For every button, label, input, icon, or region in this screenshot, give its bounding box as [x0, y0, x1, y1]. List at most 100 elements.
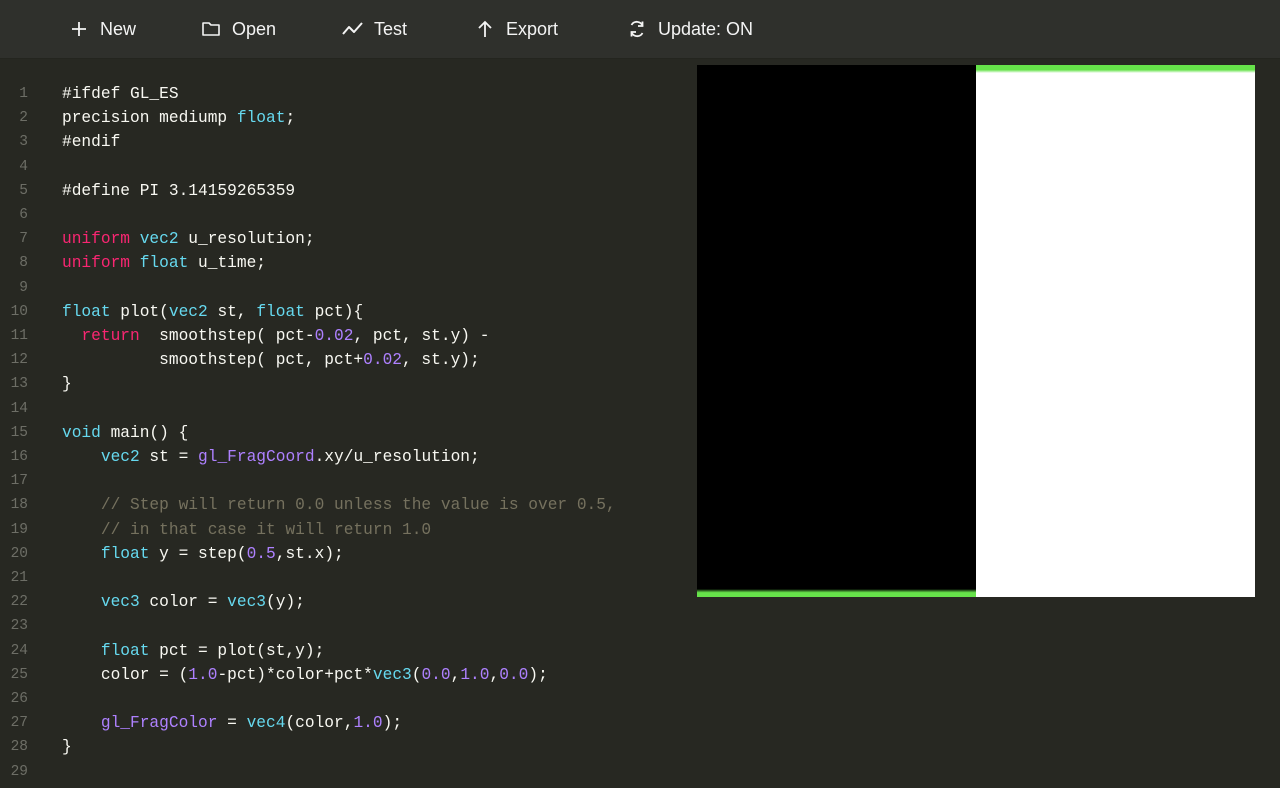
line-number: 6 — [19, 207, 28, 223]
line-number: 27 — [10, 715, 28, 732]
line-number: 7 — [19, 231, 28, 248]
code-token: gl_FragColor — [100, 714, 218, 733]
code-token: 1.0 — [188, 665, 218, 684]
code-token: pct){ — [304, 302, 364, 321]
code-token: vec2 — [139, 230, 179, 249]
code-token: (y); — [266, 593, 305, 612]
line-number: 21 — [10, 570, 28, 586]
code-token: #define PI 3.14159265359 — [62, 181, 296, 200]
code-line[interactable]: 11 return smoothstep( pct-0.02, pct, st.… — [0, 324, 690, 348]
line-number: 13 — [10, 376, 28, 393]
code-token: pct = plot(st,y); — [149, 641, 325, 660]
code-token: vec2 — [168, 302, 208, 321]
code-line[interactable]: 7 uniform vec2 u_resolution; — [0, 227, 690, 251]
code-token: st, — [207, 302, 257, 321]
line-number: 26 — [10, 691, 28, 707]
line-number: 25 — [10, 666, 28, 683]
line-number: 23 — [10, 618, 28, 635]
code-line[interactable]: 2 precision mediump float; — [0, 106, 690, 130]
code-token: // in that case it will return 1.0 — [62, 520, 432, 539]
code-token: color = ( — [62, 665, 189, 684]
line-number: 28 — [10, 739, 28, 756]
code-line[interactable]: 18 // Step will return 0.0 unless the va… — [0, 493, 690, 517]
code-text: uniform float u_time; — [62, 251, 266, 275]
code-token: vec4 — [246, 714, 286, 733]
code-text: gl_FragColor = vec4(color,1.0); — [62, 711, 402, 735]
code-token: } — [62, 738, 72, 757]
code-line[interactable]: 27 gl_FragColor = vec4(color,1.0); — [0, 711, 690, 735]
open-button[interactable]: Open — [200, 0, 276, 58]
line-number: 29 — [10, 763, 28, 780]
code-line[interactable]: 15 void main() { — [0, 421, 690, 445]
code-token: st = — [139, 448, 199, 466]
code-line[interactable]: 25 color = (1.0-pct)*color+pct*vec3(0.0,… — [0, 663, 690, 687]
code-line[interactable]: 3 #endif — [0, 130, 690, 154]
code-editor[interactable]: 1 #ifdef GL_ES 2 precision mediump float; 3 #… — [0, 82, 690, 788]
line-number: 24 — [10, 642, 28, 659]
plot-line-bottom — [697, 589, 976, 597]
code-token: ( — [411, 665, 422, 684]
code-line[interactable]: 9 — [0, 276, 690, 300]
plot-line-top — [976, 65, 1255, 73]
code-token: gl_FragCoord — [198, 448, 315, 466]
code-token: #endif — [62, 133, 121, 152]
code-line[interactable]: 19 // in that case it will return 1.0 — [0, 518, 690, 542]
line-number: 22 — [10, 594, 28, 611]
code-line[interactable]: 13} — [0, 372, 690, 396]
code-line[interactable]: 26 — [0, 687, 690, 711]
code-line[interactable]: 10 float plot(vec2 st, float pct){ — [0, 300, 690, 324]
line-number: 19 — [10, 521, 28, 538]
code-line[interactable]: 1 #ifdef GL_ES — [0, 82, 690, 106]
code-text: #endif — [62, 130, 120, 154]
code-line[interactable]: 17 — [0, 469, 690, 493]
line-number: 2 — [19, 110, 28, 127]
code-line[interactable]: 29 — [0, 760, 690, 784]
code-token: float — [100, 641, 150, 660]
code-token: float — [256, 302, 305, 321]
code-line[interactable]: 23 — [0, 614, 690, 638]
code-line[interactable]: 8 uniform float u_time; — [0, 251, 690, 275]
code-token: } — [62, 375, 72, 394]
code-token: 0.02 — [363, 351, 402, 370]
code-token: 0.5 — [246, 544, 276, 563]
code-token: return — [81, 327, 140, 345]
line-number: 9 — [19, 279, 28, 296]
line-number: 18 — [10, 497, 28, 514]
code-line[interactable]: 6 — [0, 203, 690, 227]
line-number: 5 — [19, 182, 28, 199]
code-line[interactable]: 28} — [0, 735, 690, 759]
code-line[interactable]: 12 smoothstep( pct, pct+0.02, st.y); — [0, 348, 690, 372]
code-text: precision mediump float; — [62, 106, 295, 130]
code-line[interactable]: 22 vec3 color = vec3(y); — [0, 590, 690, 614]
test-button[interactable]: Test — [342, 0, 407, 58]
code-token: plot( — [110, 302, 169, 321]
export-button[interactable]: Export — [474, 0, 558, 58]
code-text: #define PI 3.14159265359 — [62, 179, 295, 203]
new-button[interactable]: New — [68, 0, 136, 58]
code-token: .xy/u_resolution; — [314, 448, 480, 466]
arrow-up-icon — [474, 18, 496, 40]
code-token: // Step will return 0.0 unless the value… — [62, 496, 616, 515]
update-toggle[interactable]: Update: ON — [626, 0, 753, 58]
folder-icon — [200, 18, 222, 40]
code-line[interactable]: 16 vec2 st = gl_FragCoord.xy/u_resolutio… — [0, 445, 690, 469]
code-line[interactable]: 20 float y = step(0.5,st.x); — [0, 542, 690, 566]
code-line[interactable]: 24 float pct = plot(st,y); — [0, 639, 690, 663]
code-token: u_resolution; — [178, 230, 315, 249]
open-button-label: Open — [232, 18, 277, 39]
code-token: 0.02 — [314, 327, 354, 345]
line-number: 10 — [10, 303, 28, 320]
code-line[interactable]: 5 #define PI 3.14159265359 — [0, 179, 690, 203]
code-line[interactable]: 21 — [0, 566, 690, 590]
code-text: // Step will return 0.0 unless the value… — [62, 493, 616, 517]
line-number: 4 — [19, 158, 28, 175]
code-line[interactable]: 4 — [0, 155, 690, 179]
line-chart-icon — [342, 18, 364, 40]
code-text: float plot(vec2 st, float pct){ — [62, 300, 363, 324]
line-number: 16 — [10, 449, 28, 465]
code-line[interactable]: 14 — [0, 397, 690, 421]
code-token: u_time; — [188, 254, 267, 273]
